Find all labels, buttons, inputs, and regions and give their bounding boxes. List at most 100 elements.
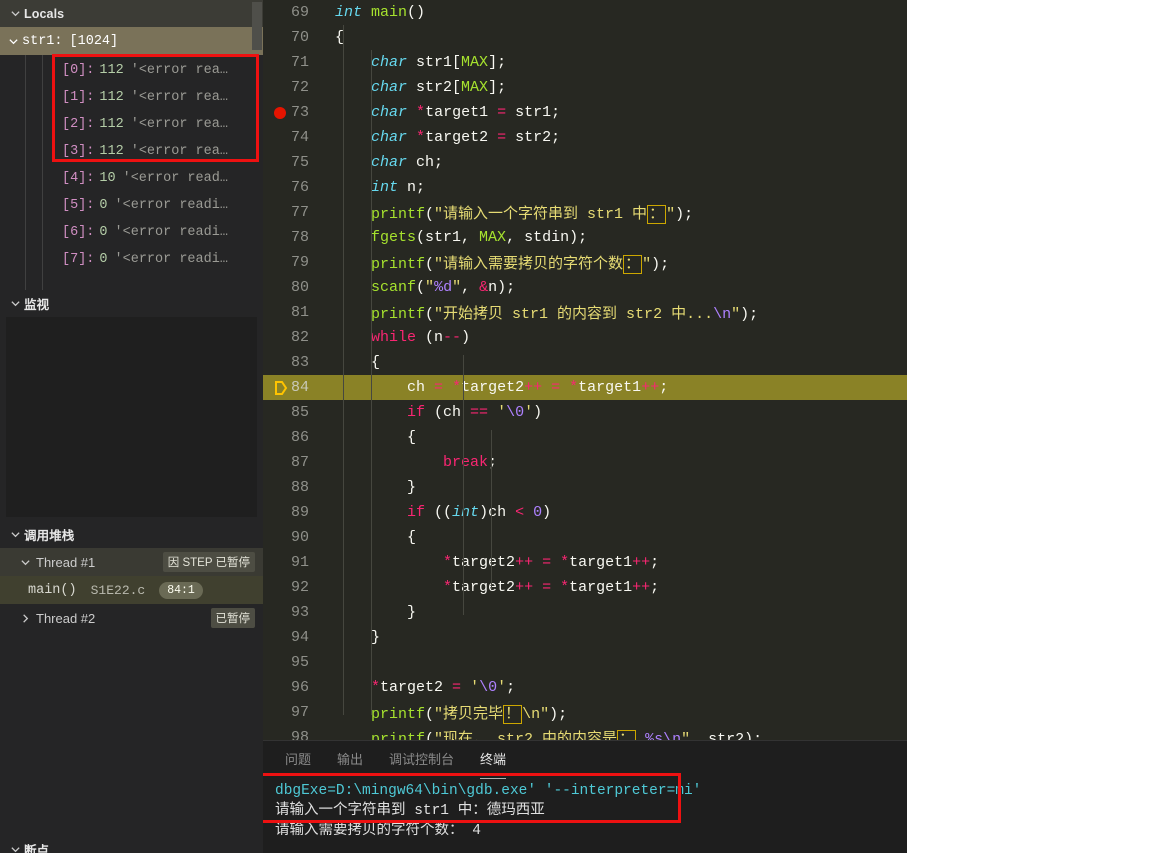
code-line-97[interactable]: 97 printf("拷贝完毕！ \n"); [263, 700, 907, 725]
debug-sidebar: Locals str1: [1024] [0]: 112 '<error rea…[… [0, 0, 263, 853]
gutter-blank [263, 325, 297, 350]
gutter-blank [263, 625, 297, 650]
code-line-85[interactable]: 85 if (ch == '\0') [263, 400, 907, 425]
variable-row[interactable]: [2]: 112 '<error rea… [0, 111, 263, 138]
variable-number: 112 [99, 63, 124, 78]
code-line-93[interactable]: 93 } [263, 600, 907, 625]
locals-section-header[interactable]: Locals [0, 0, 263, 50]
code-editor[interactable]: 69 int main() 70{71 char str1[MAX]; 72 char… [263, 0, 907, 740]
code-text: { [335, 29, 345, 46]
code-line-78[interactable]: 78 fgets(str1, MAX, stdin); [263, 225, 907, 250]
locals-scrollbar[interactable] [252, 2, 262, 50]
editor-indent-guide [371, 50, 372, 715]
code-line-88[interactable]: 88 } [263, 475, 907, 500]
code-line-81[interactable]: 81 printf("开始拷贝 str1 的内容到 str2 中...\n"); [263, 300, 907, 325]
variable-index: [6]: [62, 225, 95, 240]
code-text: printf("现在， str2 中的内容是： %s\n", str2); [325, 727, 762, 740]
code-line-89[interactable]: 89 if ((int)ch < 0) [263, 500, 907, 525]
code-line-83[interactable]: 83 { [263, 350, 907, 375]
panel-tab-0[interactable]: 问题 [275, 750, 321, 770]
empty-right-area [907, 0, 1152, 853]
code-text: printf("开始拷贝 str1 的内容到 str2 中...\n"); [371, 306, 759, 323]
code-line-69[interactable]: 69 int main() [263, 0, 907, 25]
code-text: int main() [335, 4, 426, 21]
variable-row[interactable]: [4]: 10 '<error read… [0, 165, 263, 192]
gutter-blank [263, 525, 297, 550]
variable-root-str1[interactable]: str1: [1024] [0, 27, 263, 55]
callstack-thread-2[interactable]: Thread #2 已暂停 [0, 604, 263, 632]
code-line-72[interactable]: 72 char str2[MAX]; [263, 75, 907, 100]
execution-pointer-icon [263, 375, 297, 400]
code-line-95[interactable]: 95 [263, 650, 907, 675]
code-text: char str2[MAX]; [371, 79, 507, 96]
code-line-87[interactable]: 87 break; [263, 450, 907, 475]
gutter-blank [263, 225, 297, 250]
chevron-down-icon [6, 529, 24, 540]
code-line-86[interactable]: 86 { [263, 425, 907, 450]
variable-row[interactable]: [0]: 112 '<error rea… [0, 57, 263, 84]
panel-tab-1[interactable]: 输出 [327, 750, 373, 770]
breakpoints-section-header[interactable]: 断点 [0, 837, 263, 853]
gutter-blank [263, 350, 297, 375]
code-line-73[interactable]: 73 char *target1 = str1; [263, 100, 907, 125]
breakpoint-dot-icon[interactable] [263, 100, 297, 125]
code-line-96[interactable]: 96 *target2 = '\0'; [263, 675, 907, 700]
callstack-section-header[interactable]: 调用堆栈 [0, 521, 263, 548]
variable-row[interactable]: [6]: 0 '<error readi… [0, 219, 263, 246]
callstack-rows: Thread #1 因 STEP 已暂停 main() S1E22.c 84:1… [0, 548, 263, 632]
code-line-91[interactable]: 91 *target2++ = *target1++; [263, 550, 907, 575]
callstack-thread-1[interactable]: Thread #1 因 STEP 已暂停 [0, 548, 263, 576]
editor-area: 69 int main() 70{71 char str1[MAX]; 72 char… [263, 0, 907, 853]
code-line-90[interactable]: 90 { [263, 525, 907, 550]
panel-tab-3[interactable]: 终端 [470, 750, 516, 779]
variable-detail: '<error readi… [114, 198, 228, 213]
code-text: char *target2 = str2; [371, 129, 561, 146]
variable-number: 112 [99, 144, 124, 159]
thread-2-label: Thread #2 [36, 610, 96, 626]
sidebar-filler [0, 632, 263, 837]
code-line-71[interactable]: 71 char str1[MAX]; [263, 50, 907, 75]
gutter-blank [263, 725, 297, 740]
code-line-98[interactable]: 98 printf("现在， str2 中的内容是： %s\n", str2); [263, 725, 907, 740]
variable-detail: '<error readi… [114, 252, 228, 267]
code-line-84[interactable]: 84 ch = *target2++ = *target1++; [263, 375, 907, 400]
editor-indent-guide [343, 25, 344, 715]
terminal-body[interactable]: dbgExe=D:\mingw64\bin\gdb.exe' '--interp… [263, 773, 907, 841]
gutter-blank [263, 25, 297, 50]
variable-number: 0 [99, 225, 108, 240]
code-text: *target2++ = *target1++; [443, 579, 660, 596]
code-line-77[interactable]: 77 printf("请输入一个字符串到 str1 中： "); [263, 200, 907, 225]
variable-detail: '<error read… [122, 171, 228, 186]
watch-section-header[interactable]: 监视 [0, 290, 263, 317]
variable-index: [2]: [62, 117, 95, 132]
code-line-94[interactable]: 94 } [263, 625, 907, 650]
variable-row[interactable]: [5]: 0 '<error readi… [0, 192, 263, 219]
variable-name: str1: [22, 33, 63, 49]
callstack-frame-main[interactable]: main() S1E22.c 84:1 [0, 576, 263, 604]
variable-list: [0]: 112 '<error rea… [1]: 112 '<error rea… [2… [0, 55, 263, 290]
ide-window: Locals str1: [1024] [0]: 112 '<error rea…[… [0, 0, 907, 853]
variable-row[interactable]: [3]: 112 '<error rea… [0, 138, 263, 165]
variable-index: [0]: [62, 63, 95, 78]
callstack-title: 调用堆栈 [24, 529, 75, 543]
code-line-79[interactable]: 79 printf("请输入需要拷贝的字符个数： "); [263, 250, 907, 275]
code-line-92[interactable]: 92 *target2++ = *target1++; [263, 575, 907, 600]
code-line-82[interactable]: 82 while (n--) [263, 325, 907, 350]
panel-tab-2[interactable]: 调试控制台 [379, 750, 464, 770]
variable-row[interactable]: [7]: 0 '<error readi… [0, 246, 263, 273]
code-line-80[interactable]: 80 scanf("%d", &n); [263, 275, 907, 300]
gutter-blank [263, 200, 297, 225]
variable-index: [3]: [62, 144, 95, 159]
code-line-75[interactable]: 75 char ch; [263, 150, 907, 175]
panel-tab-bar: 问题 输出 调试控制台 终端 [263, 741, 907, 779]
variable-row[interactable]: [1]: 112 '<error rea… [0, 84, 263, 111]
watch-body[interactable] [6, 317, 257, 517]
gutter-blank [263, 425, 297, 450]
chevron-right-icon [16, 613, 34, 624]
code-text: printf("请输入需要拷贝的字符个数： "); [371, 255, 670, 274]
code-text: char *target1 = str1; [371, 104, 561, 121]
code-line-76[interactable]: 76 int n; [263, 175, 907, 200]
code-line-70[interactable]: 70{ [263, 25, 907, 50]
code-line-74[interactable]: 74 char *target2 = str2; [263, 125, 907, 150]
code-text: break; [443, 454, 498, 471]
